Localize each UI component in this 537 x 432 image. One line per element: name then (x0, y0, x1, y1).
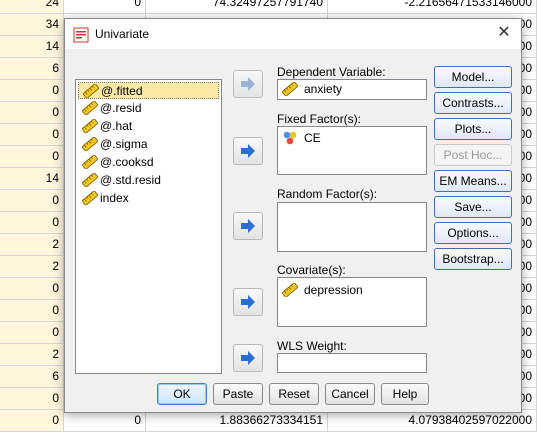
sheet-cell[interactable]: 14 (0, 36, 64, 57)
sheet-cell[interactable]: 6 (0, 366, 64, 387)
reset-button[interactable]: Reset (269, 383, 319, 405)
variable-list-item[interactable]: @.resid (78, 100, 219, 117)
sheet-cell[interactable]: 6 (0, 58, 64, 79)
move-to-dependent-button[interactable] (233, 70, 263, 98)
random-factor-list[interactable] (277, 202, 427, 252)
help-button[interactable]: Help (381, 383, 429, 405)
right-arrow-icon (241, 77, 255, 91)
random-factor-label: Random Factor(s): (277, 187, 378, 201)
sheet-cell[interactable]: 0 (0, 124, 64, 145)
post-hoc-button[interactable]: Post Hoc... (434, 144, 512, 166)
variable-list-item[interactable]: @.hat (78, 118, 219, 135)
univariate-dialog: Univariate ✕ @.fitted @.resid @.hat @.sigma… (64, 18, 522, 413)
variable-label: index (100, 191, 129, 205)
fixed-factor-label: Fixed Factor(s): (277, 112, 362, 126)
paste-button[interactable]: Paste (213, 383, 263, 405)
fixed-factor-list[interactable]: CE (277, 126, 427, 175)
source-variable-list[interactable]: @.fitted @.resid @.hat @.sigma @.cooksd @.std… (75, 79, 222, 374)
covariate-list[interactable]: depression (277, 277, 427, 327)
variable-label: @.cooksd (100, 155, 154, 169)
sheet-cell[interactable]: 0 (64, 410, 146, 431)
right-arrow-icon (241, 295, 255, 309)
ruler-icon (82, 173, 98, 187)
variable-label: @.std.resid (100, 173, 161, 187)
move-to-random-factor-button[interactable] (233, 212, 263, 240)
right-arrow-icon (241, 351, 255, 365)
wls-weight-field[interactable] (277, 353, 427, 373)
right-arrow-icon (241, 219, 255, 233)
cancel-button[interactable]: Cancel (325, 383, 375, 405)
covariate-label: Covariate(s): (277, 263, 346, 277)
sheet-row: 24 0 74.32497257791740 -2.21656471533146000 (0, 0, 537, 14)
title-bar: Univariate ✕ (65, 19, 521, 49)
variable-list-item[interactable]: index (78, 190, 219, 207)
variable-label: @.sigma (100, 137, 148, 151)
dialog-title: Univariate (95, 27, 150, 41)
ok-button[interactable]: OK (157, 383, 207, 405)
sheet-cell[interactable]: 0 (0, 80, 64, 101)
sheet-cell[interactable]: 0 (0, 278, 64, 299)
variable-label: @.resid (100, 101, 142, 115)
variable-list-item[interactable]: @.fitted (78, 82, 219, 99)
sheet-cell[interactable]: 2 (0, 234, 64, 255)
nominal-icon (283, 131, 297, 145)
dependent-variable-field[interactable]: anxiety (277, 79, 427, 100)
ruler-icon (282, 82, 298, 96)
save-button[interactable]: Save... (434, 196, 512, 218)
sheet-cell[interactable]: 0 (0, 212, 64, 233)
ruler-icon (82, 101, 98, 115)
model-button[interactable]: Model... (434, 66, 512, 88)
bootstrap-button[interactable]: Bootstrap... (434, 248, 512, 270)
sheet-cell[interactable]: 0 (0, 300, 64, 321)
variable-label: @.fitted (101, 84, 143, 98)
sheet-cell[interactable]: 0 (0, 410, 64, 431)
ruler-icon (82, 119, 98, 133)
sheet-cell[interactable]: 34 (0, 14, 64, 35)
sheet-cell[interactable]: -2.21656471533146000 (328, 0, 537, 13)
sheet-cell[interactable]: 0 (64, 0, 146, 13)
move-to-wls-weight-button[interactable] (233, 344, 263, 372)
variable-list-item[interactable]: @.std.resid (78, 172, 219, 189)
univariate-app-icon (73, 27, 89, 43)
sheet-cell[interactable]: 2 (0, 256, 64, 277)
close-icon[interactable]: ✕ (495, 24, 513, 42)
options-button[interactable]: Options... (434, 222, 512, 244)
sheet-cell[interactable]: 4.07938402597022000 (328, 410, 537, 431)
sheet-cell[interactable]: 14 (0, 168, 64, 189)
sheet-cell[interactable]: 2 (0, 344, 64, 365)
ruler-icon (82, 137, 98, 151)
variable-label: @.hat (100, 119, 133, 133)
sheet-cell[interactable]: 24 (0, 0, 64, 13)
ruler-icon (82, 191, 98, 205)
sheet-row: 0 0 1.88366273334151 4.07938402597022000 (0, 410, 537, 432)
sheet-cell[interactable]: 0 (0, 388, 64, 409)
plots-button[interactable]: Plots... (434, 118, 512, 140)
sheet-cell[interactable]: 0 (0, 322, 64, 343)
contrasts-button[interactable]: Contrasts... (434, 92, 512, 114)
ruler-icon (282, 283, 298, 297)
em-means-button[interactable]: EM Means... (434, 170, 512, 192)
sheet-cell[interactable]: 74.32497257791740 (146, 0, 328, 13)
variable-list-item[interactable]: @.cooksd (78, 154, 219, 171)
sheet-cell[interactable]: 0 (0, 146, 64, 167)
move-to-fixed-factor-button[interactable] (233, 137, 263, 165)
ruler-icon (82, 155, 98, 169)
ruler-icon (83, 84, 99, 98)
wls-weight-label: WLS Weight: (277, 339, 347, 353)
variable-list-item[interactable]: @.sigma (78, 136, 219, 153)
dependent-variable-label: Dependent Variable: (277, 65, 386, 79)
sheet-cell[interactable]: 0 (0, 190, 64, 211)
move-to-covariate-button[interactable] (233, 288, 263, 316)
right-arrow-icon (241, 144, 255, 158)
sheet-cell[interactable]: 0 (0, 102, 64, 123)
sheet-cell[interactable]: 1.88366273334151 (146, 410, 328, 431)
